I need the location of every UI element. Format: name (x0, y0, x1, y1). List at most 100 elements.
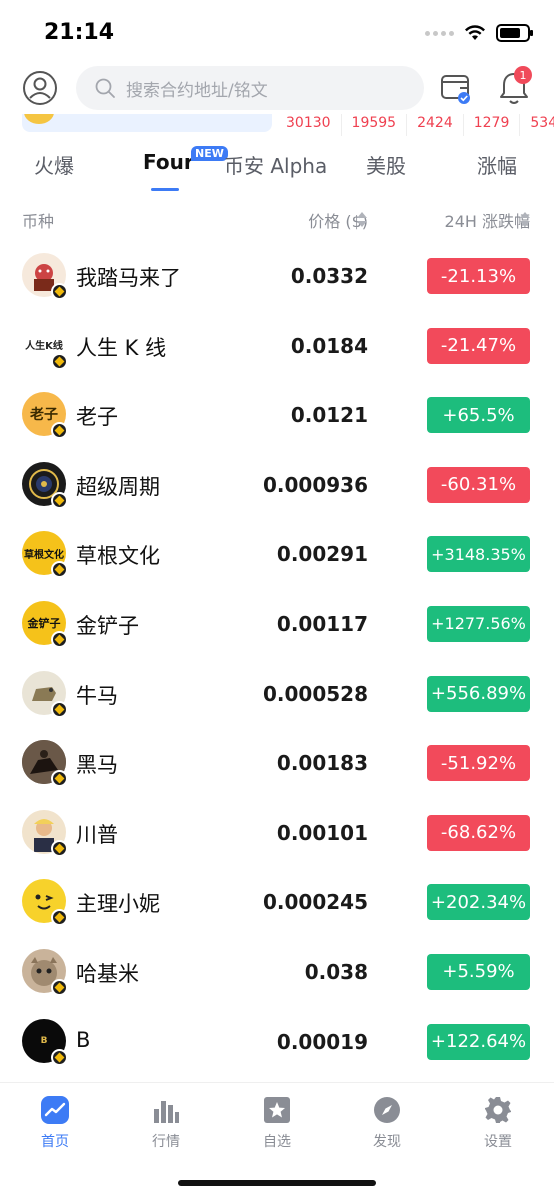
nav-label: 行情 (152, 1134, 180, 1150)
tab-hot[interactable]: 火爆 (34, 150, 74, 179)
banner-ticker: 30130 19595 2424 1279 534 (276, 114, 554, 136)
coin-name: 人生 K 线 (76, 335, 167, 360)
bnb-chain-icon (51, 700, 68, 718)
coin-price: 0.00117 (276, 611, 368, 636)
cellular-signal-icon (425, 30, 454, 36)
banner-number: 2424 (407, 114, 464, 136)
status-icons (425, 24, 533, 42)
tab-four[interactable]: Four (143, 150, 194, 174)
coin-avatar-text: 金铲子 (27, 616, 61, 630)
profile-avatar-icon[interactable] (22, 70, 58, 106)
home-indicator (178, 1180, 376, 1186)
change-badge: -60.31% (427, 466, 530, 503)
compass-icon (374, 1097, 400, 1123)
change-badge: +65.5% (427, 397, 530, 434)
status-bar: 21:14 (0, 0, 554, 64)
wifi-icon (465, 25, 485, 40)
search-placeholder: 搜索合约地址/铭文 (126, 80, 268, 101)
coin-price: 0.038 (304, 959, 368, 984)
coin-name: 超级周期 (76, 474, 160, 499)
list-item[interactable]: 金铲子 金铲子 0.00117 +1277.56% (0, 588, 554, 658)
coin-price: 0.0184 (290, 333, 368, 358)
bnb-chain-icon (51, 909, 68, 927)
price-sort-icon[interactable] (357, 212, 367, 228)
status-time: 21:14 (44, 20, 115, 45)
bnb-chain-icon (51, 630, 68, 648)
change-badge: -21.47% (427, 327, 530, 364)
nav-home[interactable]: 首页 (20, 1095, 90, 1151)
tab-gainers[interactable]: 涨幅 (477, 150, 517, 179)
bnb-chain-icon (51, 978, 68, 996)
column-change[interactable]: 24H 涨跌幅 (445, 208, 530, 232)
list-item[interactable]: 主理小妮 0.000245 +202.34% (0, 866, 554, 936)
coin-name: 哈基米 (76, 961, 139, 986)
list-item[interactable]: 老子 老子 0.0121 +65.5% (0, 379, 554, 449)
promo-banner[interactable]: 30130 19595 2424 1279 534 (0, 114, 554, 136)
change-badge: +1277.56% (427, 605, 530, 642)
change-badge: -21.13% (427, 258, 530, 294)
nav-label: 发现 (373, 1134, 401, 1150)
bnb-chain-icon (51, 770, 68, 788)
home-chart-icon (41, 1096, 69, 1124)
banner-number: 19595 (342, 114, 408, 136)
coin-avatar-text: 老子 (30, 407, 58, 424)
star-icon (264, 1097, 290, 1123)
banner-number: 534 (520, 114, 554, 136)
nav-market[interactable]: 行情 (131, 1095, 201, 1151)
header: 搜索合约地址/铭文 1 (0, 64, 554, 114)
nav-settings[interactable]: 设置 (463, 1095, 533, 1151)
search-input[interactable]: 搜索合约地址/铭文 (76, 66, 424, 110)
coin-price: 0.00019 (276, 1029, 368, 1054)
bnb-chain-icon (51, 422, 68, 440)
nav-watchlist[interactable]: 自选 (242, 1095, 312, 1151)
banner-card[interactable] (22, 114, 272, 132)
banner-number: 30130 (276, 114, 342, 136)
coin-name: 主理小妮 (76, 892, 160, 917)
coin-name: 川普 (76, 822, 118, 847)
bnb-chain-icon (51, 839, 68, 857)
coin-price: 0.0332 (290, 264, 368, 288)
change-badge: +3148.35% (427, 536, 530, 573)
notification-badge: 1 (514, 66, 532, 84)
coin-name: 我踏马来了 (76, 266, 181, 290)
list-item[interactable]: 人生K线 人生 K 线 0.0184 -21.47% (0, 310, 554, 380)
coin-name: 草根文化 (76, 544, 160, 569)
coin-price: 0.000528 (262, 681, 368, 706)
change-badge: +5.59% (427, 953, 530, 990)
change-sort-icon[interactable] (520, 212, 530, 228)
tab-binance-alpha[interactable]: 币安 Alpha (224, 150, 327, 179)
coin-name: 黑马 (76, 753, 118, 778)
bnb-chain-icon (51, 283, 68, 300)
list-item[interactable]: 草根文化 草根文化 0.00291 +3148.35% (0, 518, 554, 588)
list-item[interactable]: 牛马 0.000528 +556.89% (0, 658, 554, 728)
list-item[interactable]: 黑马 0.00183 -51.92% (0, 727, 554, 797)
coin-avatar-text: B (40, 1035, 48, 1046)
list-item[interactable]: 哈基米 0.038 +5.59% (0, 936, 554, 1006)
gear-icon (485, 1097, 511, 1123)
coin-price: 0.00183 (276, 751, 368, 776)
notifications-button[interactable]: 1 (496, 66, 532, 108)
change-badge: -68.62% (427, 814, 530, 851)
change-badge: +556.89% (427, 675, 530, 712)
column-change-label: 24H 涨跌幅 (444, 212, 530, 231)
bar-chart-icon (154, 1101, 179, 1123)
tab-us-stocks[interactable]: 美股 (366, 150, 406, 179)
list-item[interactable]: 超级周期 0.000936 -60.31% (0, 449, 554, 519)
coin-name: 老子 (76, 405, 118, 430)
coin-price: 0.000245 (262, 890, 368, 915)
coin-name: 牛马 (76, 683, 118, 708)
nav-label: 设置 (484, 1134, 512, 1150)
battery-icon (496, 24, 533, 42)
wallet-icon[interactable] (440, 70, 472, 104)
bnb-chain-icon (51, 491, 68, 509)
banner-number: 1279 (464, 114, 521, 136)
list-item[interactable]: 我踏马来了 0.0332 -21.13% (0, 240, 554, 310)
category-tabs: 火爆 Four NEW 币安 Alpha 美股 涨幅 (0, 140, 554, 196)
nav-discover[interactable]: 发现 (352, 1095, 422, 1151)
new-badge: NEW (191, 146, 228, 161)
list-item[interactable]: 川普 0.00101 -68.62% (0, 797, 554, 867)
active-tab-indicator (151, 188, 179, 191)
list-item[interactable]: B B 0.00019 +122.64% (0, 1006, 554, 1076)
coin-name: 金铲子 (76, 613, 139, 638)
coin-avatar-text: 草根文化 (24, 549, 64, 561)
